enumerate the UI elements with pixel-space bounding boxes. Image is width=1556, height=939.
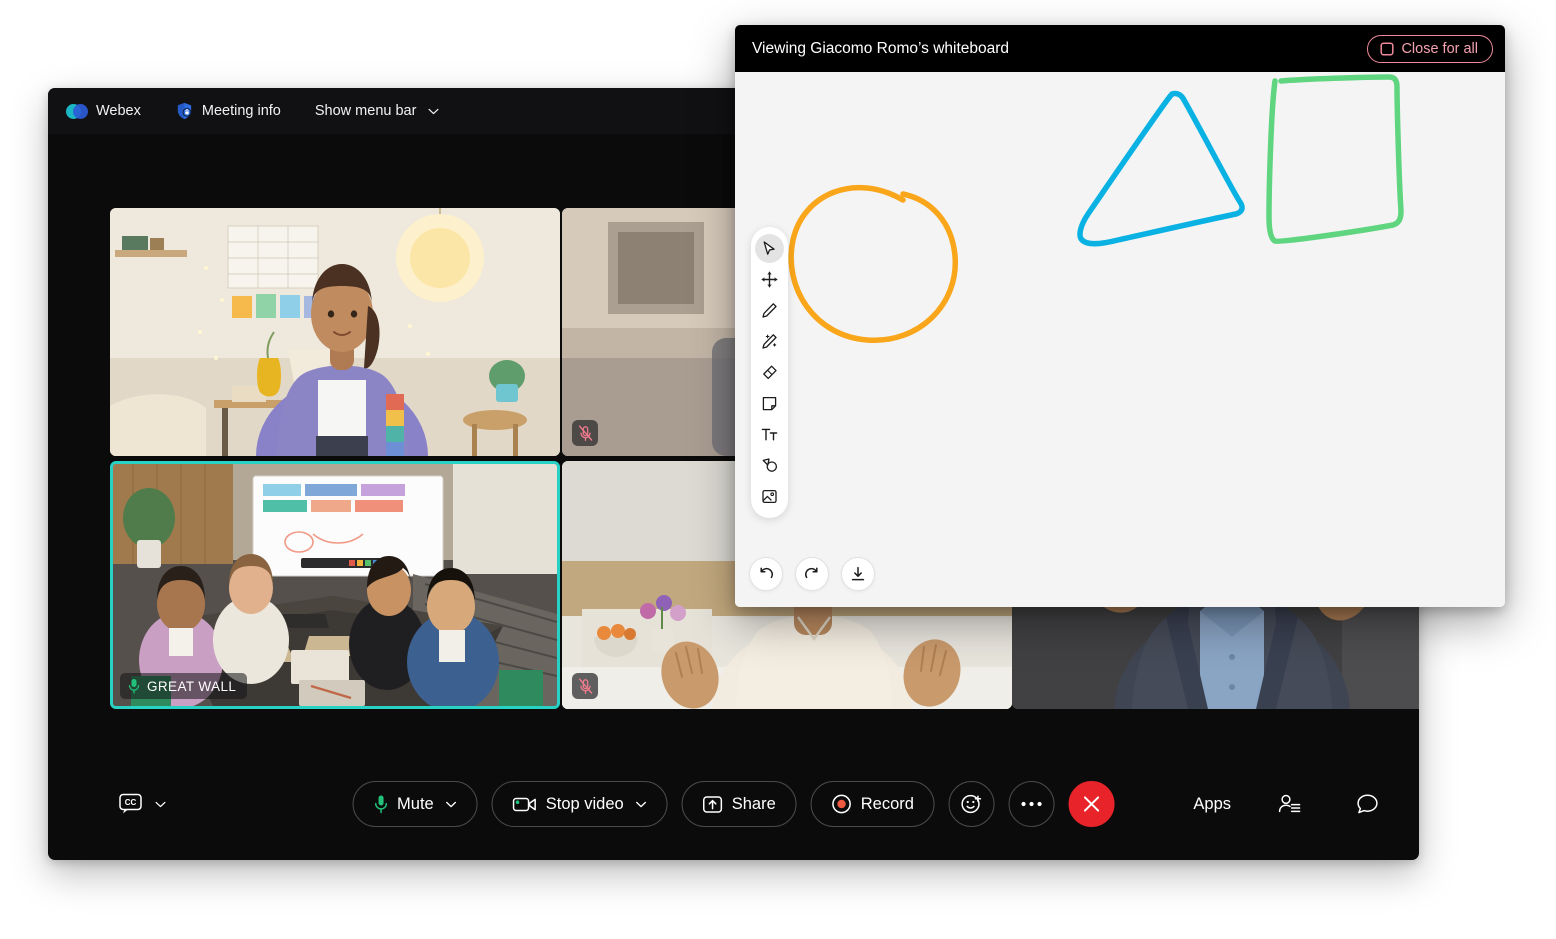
closed-captions-button[interactable]: CC [118,792,166,816]
share-screen-icon [703,795,723,813]
chevron-down-icon [428,108,439,114]
show-menu-bar-button[interactable]: Show menu bar [305,98,450,124]
stop-video-button[interactable]: Stop video [491,781,668,827]
text-tool[interactable] [755,420,784,449]
whiteboard-drawings [788,74,1404,343]
magic-pen-icon [762,334,777,349]
participant-name: GREAT WALL [147,678,237,694]
select-tool[interactable] [755,234,784,263]
meeting-info-label: Meeting info [201,103,281,119]
whiteboard-actions [749,557,875,591]
sticky-note-icon [762,396,777,411]
apps-button[interactable]: Apps [1193,795,1231,814]
eraser-icon [763,365,777,380]
cursor-icon [763,241,775,255]
record-button[interactable]: Record [810,781,935,827]
webex-label: Webex [96,103,141,119]
chat-bubble-icon [1356,794,1378,814]
chevron-down-icon[interactable] [636,801,647,808]
stop-video-label: Stop video [545,794,624,813]
eraser-tool[interactable] [755,358,784,387]
pen-icon [762,303,777,318]
mic-muted-icon [578,678,592,694]
shapes-tool[interactable] [755,451,784,480]
webex-logo-icon [66,103,88,119]
share-label: Share [731,794,776,813]
video-tile[interactable] [110,208,560,456]
close-for-all-button[interactable]: Close for all [1367,34,1493,63]
record-icon [832,794,852,814]
whiteboard-canvas[interactable] [735,72,1505,607]
chevron-down-icon[interactable] [446,801,457,808]
muted-indicator [572,420,598,446]
sticky-note-tool[interactable] [755,389,784,418]
show-menu-bar-label: Show menu bar [314,103,417,119]
closed-captions-icon: CC [119,793,142,814]
download-button[interactable] [841,557,875,591]
mic-active-icon [128,679,140,694]
record-label: Record [860,794,914,813]
move-arrows-icon [761,271,778,288]
mute-label: Mute [397,794,434,813]
whiteboard-toolbar [751,227,788,518]
mute-button[interactable]: Mute [352,781,478,827]
share-button[interactable]: Share [681,781,797,827]
screen-root: Webex Meeting info Show menu bar GREAT W… [0,0,1556,939]
image-tool[interactable] [755,482,784,511]
stop-share-icon [1380,41,1394,56]
meeting-info-button[interactable]: Meeting info [165,96,291,126]
muted-indicator [572,673,598,699]
chevron-down-icon [155,801,166,807]
more-options-button[interactable] [1008,781,1055,827]
participant-video [113,464,557,706]
webex-logo-button[interactable]: Webex [64,98,151,124]
whiteboard-title: Viewing Giacomo Romo’s whiteboard [752,39,1010,57]
whiteboard-window: Viewing Giacomo Romo’s whiteboard Close … [735,25,1505,607]
svg-text:CC: CC [125,798,137,807]
video-tile[interactable]: GREAT WALL [110,461,560,709]
move-tool[interactable] [755,265,784,294]
more-horizontal-icon [1021,801,1043,807]
reactions-button[interactable] [948,781,995,827]
redo-button[interactable] [795,557,829,591]
microphone-icon [374,795,387,814]
participants-button[interactable] [1269,784,1309,824]
magic-pen-tool[interactable] [755,327,784,356]
leave-meeting-button[interactable] [1068,781,1115,827]
redo-icon [805,567,818,579]
participants-icon [1278,794,1300,813]
participant-name-plate: GREAT WALL [120,673,248,699]
emoji-plus-icon [961,794,982,814]
whiteboard-header: Viewing Giacomo Romo’s whiteboard Close … [735,25,1505,72]
close-for-all-label: Close for all [1401,40,1478,57]
camera-icon [512,797,537,811]
participant-video [110,208,560,456]
download-icon [851,566,865,581]
pen-tool[interactable] [755,296,784,325]
shield-lock-icon [177,102,192,120]
meeting-control-bar: CC Mute Stop video Share Record Apps [48,748,1419,860]
chat-button[interactable] [1347,784,1387,824]
shapes-icon [762,458,778,472]
mic-muted-icon [578,425,592,441]
close-icon [1084,796,1100,812]
undo-button[interactable] [749,557,783,591]
text-icon [761,428,778,441]
image-icon [762,489,777,504]
undo-icon [760,567,773,579]
